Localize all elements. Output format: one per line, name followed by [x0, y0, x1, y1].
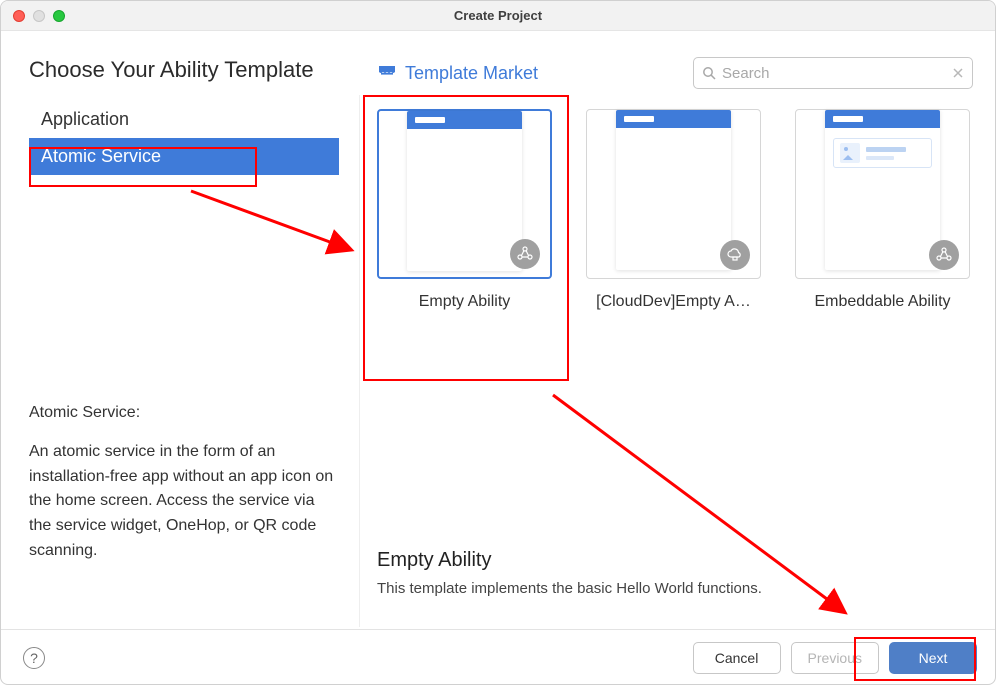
- template-thumb: [795, 109, 970, 279]
- template-market-label: Template Market: [405, 63, 538, 84]
- footer: ? Cancel Previous Next: [1, 629, 995, 685]
- clear-icon[interactable]: [952, 67, 964, 79]
- nav-list: Application Atomic Service: [29, 101, 339, 175]
- search-box[interactable]: [693, 57, 973, 89]
- content: Choose Your Ability Template Application…: [1, 31, 995, 629]
- detail-body: This template implements the basic Hello…: [377, 580, 973, 597]
- minimize-window-button[interactable]: [33, 10, 45, 22]
- template-label: Empty Ability: [377, 293, 552, 311]
- template-mock: [825, 110, 940, 270]
- share-icon: [929, 240, 959, 270]
- window: Create Project Choose Your Ability Templ…: [0, 0, 996, 685]
- traffic-lights: [1, 10, 65, 22]
- nav-item-application[interactable]: Application: [29, 101, 339, 138]
- detail-title: Empty Ability: [377, 549, 973, 572]
- template-card-embeddable-ability[interactable]: Embeddable Ability: [795, 109, 970, 311]
- market-icon: [377, 63, 397, 83]
- template-label: Embeddable Ability: [795, 293, 970, 311]
- template-card-clouddev-empty[interactable]: [CloudDev]Empty A…: [586, 109, 761, 311]
- template-thumb: [377, 109, 552, 279]
- close-window-button[interactable]: [13, 10, 25, 22]
- page-heading: Choose Your Ability Template: [29, 57, 339, 83]
- help-icon[interactable]: ?: [23, 647, 45, 669]
- description-title: Atomic Service:: [29, 401, 339, 426]
- template-market-link[interactable]: Template Market: [377, 63, 538, 84]
- cloud-icon: [720, 240, 750, 270]
- left-panel: Choose Your Ability Template Application…: [1, 31, 359, 629]
- cancel-button[interactable]: Cancel: [693, 642, 781, 674]
- previous-button: Previous: [791, 642, 879, 674]
- right-topbar: Template Market: [377, 57, 973, 89]
- template-cards: Empty Ability [CloudDev]Empty A…: [377, 109, 973, 311]
- vertical-divider: [359, 95, 360, 627]
- template-mock: [407, 111, 522, 271]
- right-panel: Template Market: [359, 31, 995, 629]
- template-mock: [616, 110, 731, 270]
- template-thumb: [586, 109, 761, 279]
- description-body: An atomic service in the form of an inst…: [29, 440, 339, 564]
- description: Atomic Service: An atomic service in the…: [29, 401, 339, 564]
- template-label: [CloudDev]Empty A…: [586, 293, 761, 311]
- maximize-window-button[interactable]: [53, 10, 65, 22]
- titlebar: Create Project: [1, 1, 995, 31]
- nav-item-atomic-service[interactable]: Atomic Service: [29, 138, 339, 175]
- window-title: Create Project: [1, 8, 995, 23]
- share-icon: [510, 239, 540, 269]
- next-button[interactable]: Next: [889, 642, 977, 674]
- search-input[interactable]: [722, 65, 946, 82]
- search-icon: [702, 66, 716, 80]
- template-card-empty-ability[interactable]: Empty Ability: [377, 109, 552, 311]
- template-detail: Empty Ability This template implements t…: [377, 549, 973, 609]
